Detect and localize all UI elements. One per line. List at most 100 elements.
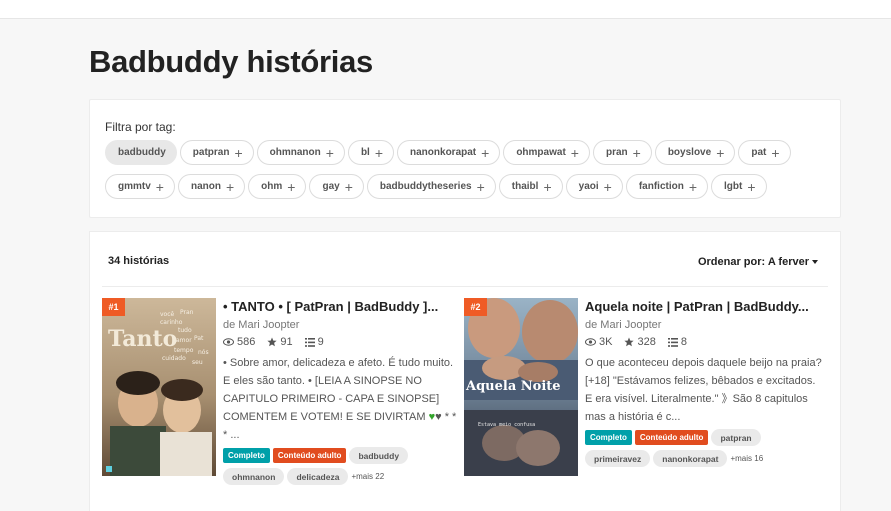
plus-icon: + xyxy=(225,178,235,195)
tag-label: lgbt xyxy=(724,181,743,192)
tag-label: thaibl xyxy=(511,181,539,192)
tag-filter-pran[interactable]: pran + xyxy=(592,140,652,165)
tag-label: nanon xyxy=(190,181,221,192)
plus-icon: + xyxy=(771,144,780,161)
tag-filter-boyslove[interactable]: boyslove + xyxy=(654,140,736,165)
tag-label: boyslove xyxy=(667,147,712,158)
complete-badge: Completo xyxy=(585,430,632,445)
story-count: 34 histórias xyxy=(108,255,170,267)
plus-icon: + xyxy=(688,178,698,195)
story-title[interactable]: • TANTO • [ PatPran | BadBuddy ]... xyxy=(223,299,463,316)
tag-label: nanonkorapat xyxy=(410,147,477,158)
svg-text:seu: seu xyxy=(192,359,203,366)
tag-filter-badbuddytheseries[interactable]: badbuddytheseries + xyxy=(366,174,496,199)
tag-filter-thaibl[interactable]: thaibl + xyxy=(498,174,563,199)
tag-filter-yaoi[interactable]: yaoi + xyxy=(565,174,623,199)
plus-icon: + xyxy=(374,144,384,161)
tag-filter-nanonkorapat[interactable]: nanonkorapat + xyxy=(397,140,501,165)
story-card[interactable]: Aquela Noite Estava meio confusa #2 Aque… xyxy=(464,298,824,498)
tag-filter-ohmpawat[interactable]: ohmpawat + xyxy=(503,140,590,165)
plus-icon: + xyxy=(716,144,725,161)
tag-label: badbuddy xyxy=(118,147,166,158)
tag-filter-gmmtv[interactable]: gmmtv + xyxy=(105,174,175,199)
plus-icon: + xyxy=(603,178,612,195)
rank-badge: #1 xyxy=(102,298,125,316)
filter-label: Filtra por tag: xyxy=(105,120,176,134)
cover-image: Tanto você Pran carinhotudo amor Pat tempo… xyxy=(102,298,216,476)
story-tag[interactable]: nanonkorapat xyxy=(653,450,728,467)
story-info: Aquela noite | PatPran | BadBuddy... de … xyxy=(585,298,825,471)
votes-count: 91 xyxy=(280,336,293,348)
tag-label: gmmtv xyxy=(118,181,151,192)
story-list-panel: 34 histórias Ordenar por: A ferver Tanto… xyxy=(89,231,841,511)
story-tag[interactable]: badbuddy xyxy=(349,447,409,464)
plus-icon: + xyxy=(543,178,552,195)
parts-stat: 9 xyxy=(304,336,324,348)
adult-badge: Conteúdo adulto xyxy=(272,448,347,463)
tag-filter-ohm[interactable]: ohm + xyxy=(248,174,307,199)
tag-filter-gay[interactable]: gay + xyxy=(309,174,364,199)
tag-filter-pat[interactable]: pat + xyxy=(738,140,791,165)
tag-filter-bl[interactable]: bl + xyxy=(347,140,395,165)
views-count: 3K xyxy=(599,336,613,348)
svg-text:amor: amor xyxy=(176,337,192,344)
views-stat: 586 xyxy=(223,336,255,348)
tag-filter-ohmnanon[interactable]: ohmnanon + xyxy=(256,140,345,165)
story-info: • TANTO • [ PatPran | BadBuddy ]... de M… xyxy=(223,298,463,489)
plus-icon: + xyxy=(234,144,243,161)
page-title: Badbuddy histórias xyxy=(89,44,373,79)
plus-icon: + xyxy=(570,144,579,161)
story-tag[interactable]: primeiravez xyxy=(585,450,651,467)
story-tag[interactable]: ohmnanon xyxy=(223,468,285,485)
story-description: • Sobre amor, delicadeza e afeto. É tudo… xyxy=(223,354,463,444)
story-description: O que aconteceu depois daquele beijo na … xyxy=(585,357,822,423)
more-tags[interactable]: +mais 22 xyxy=(351,472,384,481)
tag-filter-nanon[interactable]: nanon + xyxy=(177,174,246,199)
votes-stat: 91 xyxy=(267,336,293,348)
story-tag[interactable]: patpran xyxy=(711,429,761,446)
story-cover[interactable]: Aquela Noite Estava meio confusa #2 xyxy=(464,298,578,476)
svg-text:nós: nós xyxy=(198,349,209,356)
plus-icon: + xyxy=(287,178,296,195)
eye-icon xyxy=(585,338,596,346)
story-stats: 3K 328 8 xyxy=(585,336,825,348)
plus-icon: + xyxy=(325,144,334,161)
tag-row: gmmtv + nanon + ohm + gay + badbuddytheseries + th… xyxy=(105,174,770,208)
views-count: 586 xyxy=(237,336,256,348)
star-icon xyxy=(267,337,277,347)
story-author[interactable]: de Mari Joopter xyxy=(585,319,825,331)
tag-filter-badbuddy[interactable]: badbuddy xyxy=(105,140,177,165)
tag-label: ohmpawat xyxy=(516,147,566,158)
more-tags[interactable]: +mais 16 xyxy=(730,454,763,463)
top-bar xyxy=(0,0,891,19)
tag-filter-patpran[interactable]: patpran + xyxy=(179,140,254,165)
story-tag[interactable]: delicadeza xyxy=(287,468,349,485)
rank-badge: #2 xyxy=(464,298,487,316)
tag-label: fanfiction xyxy=(638,181,684,192)
list-icon xyxy=(667,337,678,347)
story-title[interactable]: Aquela noite | PatPran | BadBuddy... xyxy=(585,299,825,316)
sort-label: Ordenar por: xyxy=(697,256,766,268)
tag-label: ohmnanon xyxy=(269,147,321,158)
plus-icon: + xyxy=(155,178,164,195)
tag-filter-lgbt[interactable]: lgbt + xyxy=(711,174,767,199)
svg-text:cuidado: cuidado xyxy=(162,355,186,362)
svg-text:Pat: Pat xyxy=(194,335,204,342)
adult-badge: Conteúdo adulto xyxy=(634,430,709,445)
sort-value: A ferver xyxy=(767,256,809,268)
tag-label: pran xyxy=(605,147,628,158)
story-cover[interactable]: Tanto você Pran carinho tudo amor Pat tempo… xyxy=(102,298,216,476)
tag-label: bl xyxy=(360,147,370,158)
sort-dropdown[interactable]: Ordenar por: A ferver xyxy=(698,256,818,268)
cover-subtitle: Estava meio confusa xyxy=(478,422,535,428)
plus-icon: + xyxy=(476,178,485,195)
tag-filter-panel: Filtra por tag: badbuddy patpran + ohmnanon… xyxy=(89,99,841,218)
eye-icon xyxy=(223,338,234,346)
story-author[interactable]: de Mari Joopter xyxy=(223,319,463,331)
story-stats: 586 91 9 xyxy=(223,336,463,348)
description-text: • Sobre amor, delicadeza e afeto. É tudo… xyxy=(223,357,454,423)
svg-text:tudo: tudo xyxy=(178,327,192,334)
tag-filter-fanfiction[interactable]: fanfiction + xyxy=(625,174,709,199)
views-stat: 3K xyxy=(585,336,612,348)
story-card[interactable]: Tanto você Pran carinho tudo amor Pat tempo… xyxy=(102,298,462,498)
